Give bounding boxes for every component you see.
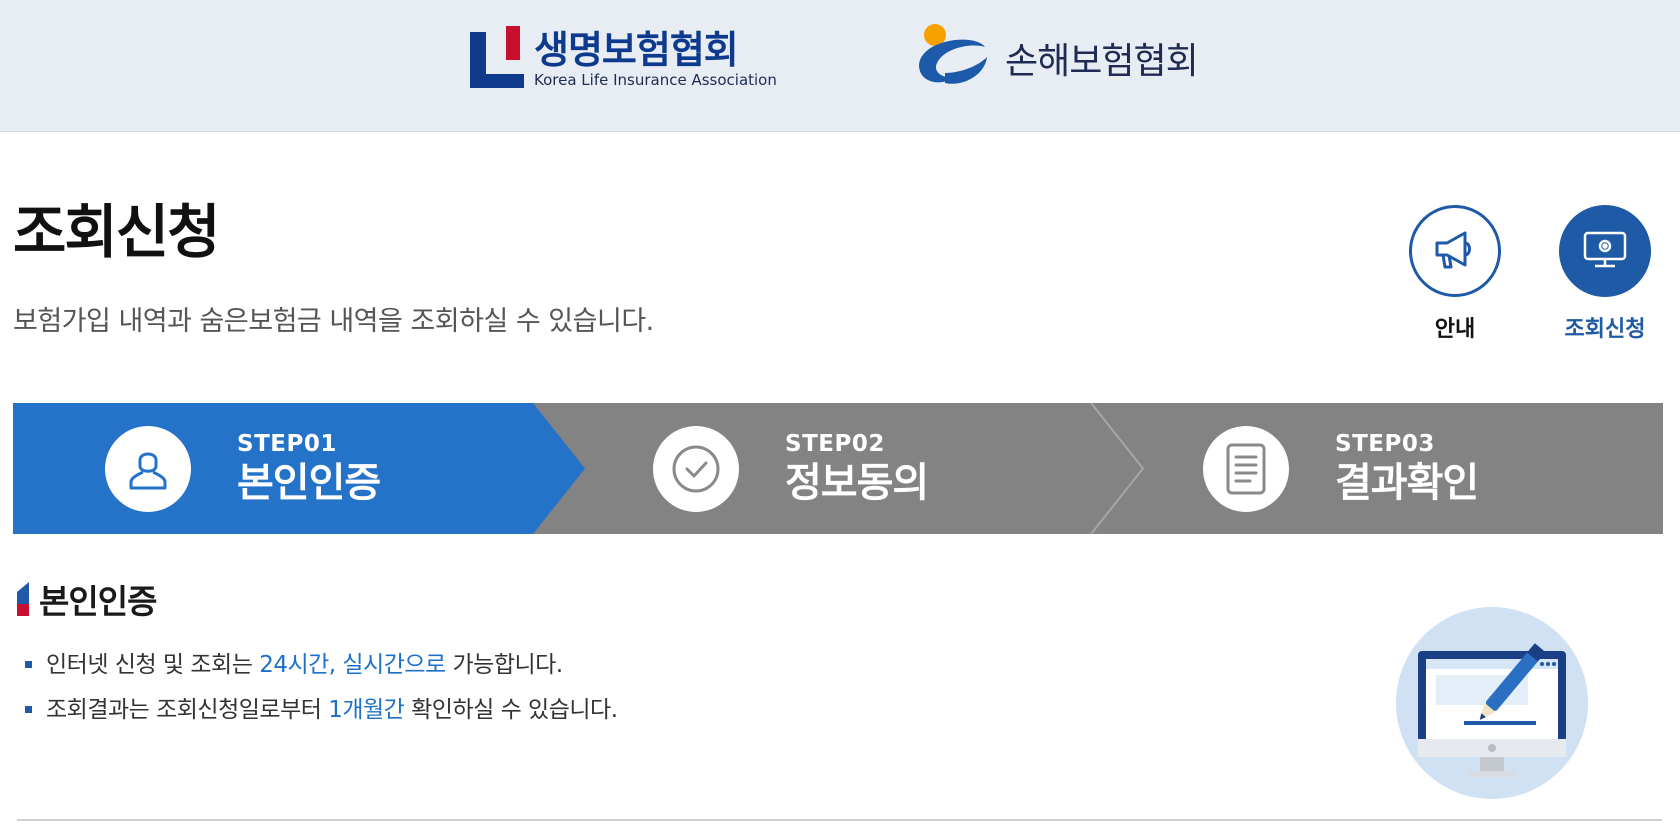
step-3-name: 결과확인 [1335,459,1479,506]
note-text: 조회결과는 조회신청일로부터 [46,697,329,723]
section-header: 본인인증 [17,575,157,623]
gnia-logo[interactable]: 손해보험협회 [915,21,1199,95]
step-1: STEP01 본인인증 [105,403,381,534]
megaphone-icon [1431,225,1479,277]
quick-menu-inquiry-button[interactable]: 조회신청 [1545,205,1665,343]
gnia-logo-mark [915,21,991,95]
section-marker-icon [17,582,29,616]
note-text: 가능합니다. [445,652,564,678]
quick-menu-info-button[interactable]: 안내 [1395,205,1515,343]
klia-logo-mark [470,26,526,92]
page-title: 조회신청 [13,198,220,266]
list-item: 조회결과는 조회신청일로부터 1개월간 확인하실 수 있습니다. [25,695,618,725]
user-icon [105,425,191,512]
gnia-logo-text: 손해보험협회 [1005,41,1199,82]
monitor-settings-icon [1581,225,1629,277]
klia-logo-text-ko: 생명보험협회 [534,28,739,72]
info-notes-list: 인터넷 신청 및 조회는 24시간, 실시간으로 가능합니다. 조회결과는 조회… [25,650,618,740]
computer-illustration [1396,607,1588,799]
quick-menu-info-label: 안내 [1434,317,1476,342]
note-highlight: 24시간, 실시간으로 [259,652,446,678]
step-progress-bar: STEP01 본인인증 STEP02 정보동의 STEP03 결과확인 [13,403,1663,534]
step-2-number: STEP02 [785,430,885,457]
quick-menu-inquiry-label: 조회신청 [1564,317,1646,342]
note-text: 인터넷 신청 및 조회는 [46,652,260,678]
document-icon [1203,425,1289,512]
site-header: 생명보험협회 Korea Life Insurance Association … [0,0,1680,132]
divider [17,819,1662,821]
note-highlight: 1개월간 [328,697,405,723]
step-1-number: STEP01 [237,430,337,457]
quick-menu-inquiry-circle [1559,205,1651,297]
step-2: STEP02 정보동의 [653,403,929,534]
list-item: 인터넷 신청 및 조회는 24시간, 실시간으로 가능합니다. [25,650,618,680]
step-2-name: 정보동의 [785,459,929,506]
step-1-name: 본인인증 [237,459,381,506]
step-3-number: STEP03 [1335,430,1435,457]
page-description: 보험가입 내역과 숨은보험금 내역을 조회하실 수 있습니다. [13,306,654,337]
note-text: 확인하실 수 있습니다. [404,697,618,723]
step-3: STEP03 결과확인 [1203,403,1479,534]
section-title: 본인인증 [39,582,157,621]
quick-menu-info-circle [1409,205,1501,297]
klia-logo[interactable]: 생명보험협회 Korea Life Insurance Association [470,24,777,94]
klia-logo-text-en: Korea Life Insurance Association [534,71,777,89]
check-circle-icon [653,425,739,512]
